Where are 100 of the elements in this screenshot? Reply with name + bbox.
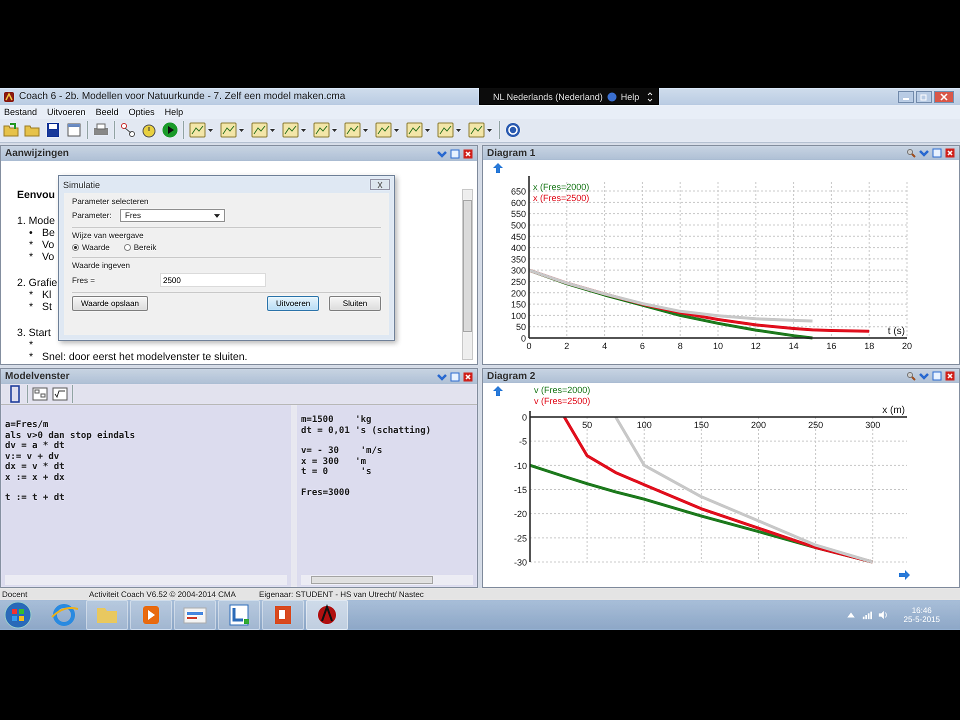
tool-icon[interactable] [282, 122, 308, 138]
tick-label: 0 [526, 341, 532, 352]
tick-label: 6 [640, 341, 645, 352]
coach-app-icon[interactable] [306, 600, 348, 630]
stopwatch-icon[interactable] [141, 122, 157, 138]
constants-editor[interactable]: m=1500 'kg dt = 0,01 's (schatting) v= - 30 'm/s x = 300 'm t = 0 's Fres=3000 [297, 405, 477, 588]
code-line: v= - 30 'm/s [301, 446, 384, 457]
close-icon[interactable] [945, 148, 955, 158]
collapse-icon[interactable] [919, 148, 929, 158]
close-button[interactable] [370, 179, 390, 190]
scrollbar[interactable] [462, 189, 473, 360]
code-line: v:= v + dv [5, 452, 60, 462]
scrollbar[interactable] [5, 575, 287, 586]
radio-button[interactable] [72, 244, 79, 252]
close-button[interactable] [934, 90, 954, 102]
dialog-title: Simulatie [63, 180, 100, 190]
tick-label: 100 [510, 311, 526, 322]
menu-item[interactable]: Opties [128, 106, 155, 117]
options-icon[interactable] [647, 92, 654, 102]
tick-label: 18 [864, 341, 874, 352]
app-icon[interactable] [218, 600, 260, 630]
menu-item[interactable]: Beeld [96, 106, 119, 117]
tool-icon[interactable] [468, 122, 494, 138]
panel-title: Diagram 1 [487, 148, 536, 159]
list-item: St [42, 301, 52, 314]
right-arrow-icon[interactable] [899, 570, 910, 580]
tick-label: 600 [510, 198, 526, 208]
tick-label: 650 [510, 186, 526, 197]
menu-item[interactable]: Bestand [4, 106, 38, 117]
group-title: Parameter selecteren [72, 197, 150, 206]
menu-item[interactable]: Help [164, 106, 184, 117]
diagram-icon[interactable] [120, 122, 136, 138]
collapse-icon[interactable] [437, 372, 447, 382]
tool-icon[interactable] [313, 122, 339, 138]
tick-label: 0 [520, 334, 526, 344]
radio-label: Bereik [134, 243, 156, 252]
tick-label: 8 [678, 341, 683, 352]
tray-arrow-icon[interactable] [846, 610, 856, 620]
code-line: a=Fres/m [5, 420, 50, 431]
close-icon[interactable] [945, 371, 955, 382]
tick-label: 500 [510, 220, 526, 231]
tool-icon[interactable] [437, 122, 463, 138]
restore-button[interactable] [916, 90, 932, 102]
legend-label: v (Fres=2500) [534, 396, 590, 406]
presentation-icon[interactable] [262, 600, 304, 630]
tool-icon[interactable] [220, 122, 246, 138]
save-icon[interactable] [45, 122, 61, 138]
tick-label: 200 [510, 288, 526, 299]
menu-item[interactable]: Uitvoeren [47, 106, 86, 117]
close-icon[interactable] [463, 148, 473, 159]
close-icon [939, 92, 949, 100]
tick-label: -10 [514, 461, 527, 472]
panel-title: Modelvenster [5, 371, 70, 382]
help-label[interactable]: Help [620, 92, 640, 102]
dialog-button[interactable]: Sluiten [329, 296, 381, 312]
field-label: Fres = [72, 276, 96, 285]
tool-icon[interactable] [189, 122, 215, 138]
media-player-icon[interactable] [130, 600, 172, 630]
close-icon[interactable] [463, 372, 473, 382]
signal-icon[interactable] [862, 610, 872, 620]
formula-icon[interactable] [52, 385, 68, 404]
collapse-icon[interactable] [437, 148, 447, 159]
zoom-icon[interactable] [906, 371, 916, 382]
tool-icon[interactable] [375, 122, 401, 138]
collapse-icon[interactable] [919, 371, 929, 382]
group-title: Wijze van weergave [72, 231, 145, 240]
play-icon[interactable] [162, 122, 178, 138]
dialog-button[interactable]: Waarde opslaan [72, 296, 148, 312]
maximize-icon[interactable] [932, 371, 942, 382]
status-text: Docent [1, 590, 28, 599]
tick-label: 150 [510, 300, 526, 310]
tick-label: 16 [826, 341, 836, 352]
maximize-icon[interactable] [932, 148, 942, 158]
open-folder-icon[interactable] [3, 122, 19, 138]
scrollbar[interactable] [301, 575, 473, 586]
language-label[interactable]: NL Nederlands (Nederland) [493, 92, 603, 102]
value-field[interactable]: 2500 [160, 273, 266, 288]
diagram-icon[interactable] [32, 385, 48, 404]
browser-icon[interactable] [174, 600, 216, 630]
tool-icon[interactable] [251, 122, 277, 138]
tick-label: 200 [750, 420, 766, 430]
radio-button[interactable] [124, 244, 131, 252]
dialog-button[interactable]: Uitvoeren [267, 296, 319, 312]
up-arrow-icon[interactable] [493, 386, 503, 396]
start-button[interactable] [4, 601, 32, 629]
speaker-icon[interactable] [878, 610, 888, 620]
equations-editor[interactable]: a=Fres/m als v>0 dan stop eindals dv = a * dt v:= v + dv dx = v * dt x := x + dx t := t + dt [1, 405, 291, 588]
tick-label: -25 [514, 534, 527, 544]
tool-icon[interactable] [344, 122, 370, 138]
maximize-icon[interactable] [450, 148, 460, 159]
window-icon[interactable] [66, 122, 82, 138]
zoom-icon[interactable] [906, 148, 916, 158]
code-line: x = 300 'm [301, 456, 368, 467]
maximize-icon[interactable] [450, 372, 460, 382]
up-arrow-icon[interactable] [493, 163, 503, 174]
help-icon[interactable] [505, 122, 521, 138]
panel-title: Aanwijzingen [5, 148, 69, 160]
minimize-button[interactable] [898, 90, 914, 102]
tool-icon[interactable] [406, 122, 432, 138]
parameter-dropdown[interactable]: Fres [120, 209, 225, 222]
